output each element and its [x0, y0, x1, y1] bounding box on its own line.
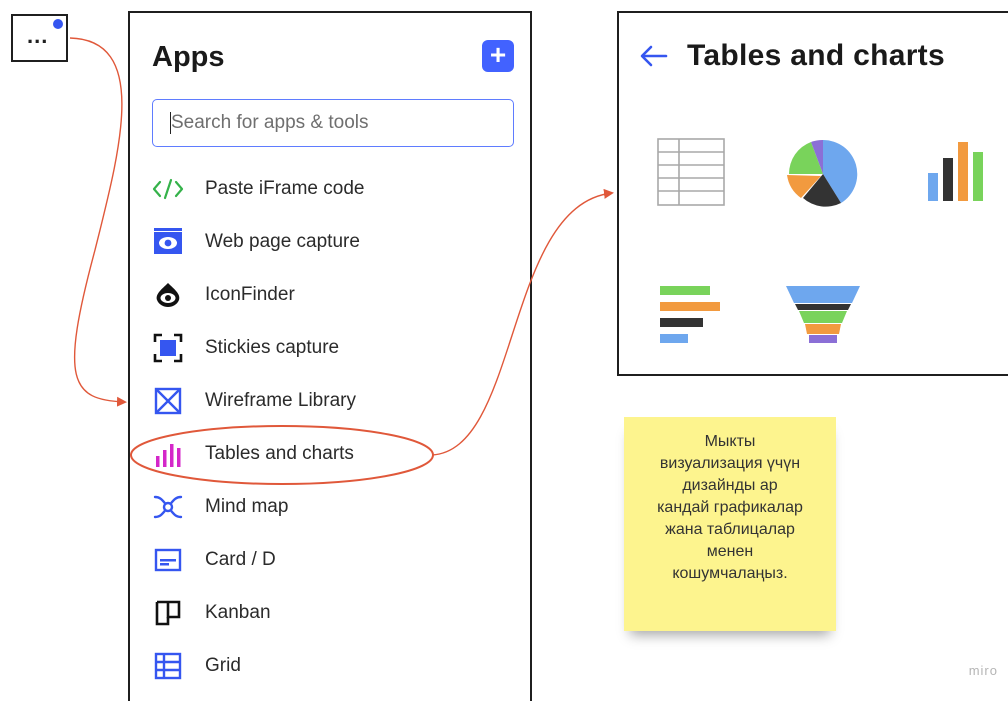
connector-arrow-tables-to-panel [431, 188, 614, 456]
annotation-overlay [69, 37, 614, 485]
highlight-ring [130, 425, 434, 485]
connector-arrow-more-to-apps [69, 37, 127, 407]
